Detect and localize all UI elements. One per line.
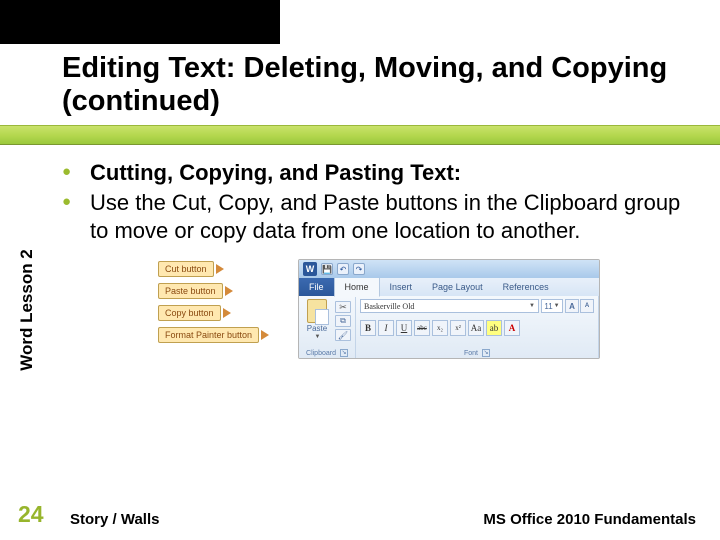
chevron-down-icon: ▼: [554, 303, 560, 309]
tab-file[interactable]: File: [299, 278, 334, 296]
ribbon-tabs: File Home Insert Page Layout References: [299, 278, 599, 296]
bullet-text: Cutting, Copying, and Pasting Text:: [90, 160, 461, 185]
callout-stack: Cut button Paste button Copy button Form…: [158, 261, 269, 343]
highlight-button[interactable]: ab: [486, 320, 502, 336]
callout-label: Copy button: [158, 305, 221, 321]
ribbon-groups: Paste ▼ Clipboard ↘: [299, 296, 599, 358]
change-case-button[interactable]: Aa: [468, 320, 484, 336]
word-icon: W: [303, 262, 317, 276]
group-label: Font: [464, 350, 478, 357]
paste-button[interactable]: Paste ▼: [303, 299, 331, 340]
title-area: Editing Text: Deleting, Moving, and Copy…: [0, 44, 720, 125]
paste-label: Paste: [307, 324, 327, 333]
callout-paste: Paste button: [158, 283, 269, 299]
redo-icon[interactable]: ↷: [353, 263, 365, 275]
slide-title: Editing Text: Deleting, Moving, and Copy…: [62, 52, 700, 119]
tab-insert[interactable]: Insert: [380, 278, 423, 296]
callout-cut: Cut button: [158, 261, 269, 277]
callout-label: Cut button: [158, 261, 214, 277]
author-text: Story / Walls: [70, 511, 483, 528]
callout-copy: Copy button: [158, 305, 269, 321]
arrow-icon: [261, 330, 269, 340]
bullet-list: Cutting, Copying, and Pasting Text: Use …: [60, 159, 698, 245]
bullet-text: Use the Cut, Copy, and Paste buttons in …: [90, 190, 680, 243]
footer: 24 Story / Walls MS Office 2010 Fundamen…: [0, 501, 720, 528]
strike-button[interactable]: abc: [414, 320, 430, 336]
font-name-value: Baskerville Old: [364, 302, 414, 311]
dialog-launcher-icon[interactable]: ↘: [482, 349, 490, 357]
underline-button[interactable]: U: [396, 320, 412, 336]
callout-label: Format Painter button: [158, 327, 259, 343]
ribbon-figure: Cut button Paste button Copy button Form…: [170, 259, 610, 359]
italic-button[interactable]: I: [378, 320, 394, 336]
font-name-dropdown[interactable]: Baskerville Old ▼: [360, 299, 539, 313]
paste-icon: [307, 299, 327, 323]
word-ribbon: W 💾 ↶ ↷ File Home Insert Page Layout Ref…: [298, 259, 600, 359]
dialog-launcher-icon[interactable]: ↘: [340, 349, 348, 357]
content-area: Word Lesson 2 Cutting, Copying, and Past…: [0, 145, 720, 475]
superscript-button[interactable]: x²: [450, 320, 466, 336]
black-top-bar: [0, 0, 280, 44]
side-label-text: Word Lesson 2: [17, 249, 37, 371]
main-content: Cutting, Copying, and Pasting Text: Use …: [54, 145, 720, 475]
shrink-font-button[interactable]: A: [580, 299, 594, 313]
font-group: Baskerville Old ▼ 11 ▼ A A: [356, 296, 599, 358]
book-title: MS Office 2010 Fundamentals: [483, 511, 696, 528]
group-label: Clipboard: [306, 350, 336, 357]
tab-references[interactable]: References: [493, 278, 559, 296]
side-label: Word Lesson 2: [0, 145, 54, 475]
callout-format-painter: Format Painter button: [158, 327, 269, 343]
arrow-icon: [216, 264, 224, 274]
arrow-icon: [225, 286, 233, 296]
bullet-item: Cutting, Copying, and Pasting Text:: [60, 159, 698, 187]
clipboard-group: Paste ▼ Clipboard ↘: [299, 296, 356, 358]
arrow-icon: [223, 308, 231, 318]
page-number: 24: [18, 501, 70, 528]
copy-button[interactable]: [335, 315, 351, 327]
tab-home[interactable]: Home: [334, 278, 380, 297]
font-color-button[interactable]: A: [504, 320, 520, 336]
accent-bar: [0, 125, 720, 145]
grow-font-button[interactable]: A: [565, 299, 579, 313]
save-icon[interactable]: 💾: [321, 263, 333, 275]
title-bar: W 💾 ↶ ↷: [299, 260, 599, 278]
chevron-down-icon: ▼: [315, 334, 321, 340]
callout-label: Paste button: [158, 283, 223, 299]
tab-page-layout[interactable]: Page Layout: [422, 278, 493, 296]
font-size-dropdown[interactable]: 11 ▼: [541, 299, 563, 313]
bold-button[interactable]: B: [360, 320, 376, 336]
bullet-item: Use the Cut, Copy, and Paste buttons in …: [60, 189, 698, 245]
subscript-button[interactable]: x₂: [432, 320, 448, 336]
format-painter-button[interactable]: [335, 329, 351, 341]
undo-icon[interactable]: ↶: [337, 263, 349, 275]
font-size-value: 11: [544, 302, 552, 311]
cut-button[interactable]: [335, 301, 351, 313]
chevron-down-icon: ▼: [529, 303, 535, 309]
